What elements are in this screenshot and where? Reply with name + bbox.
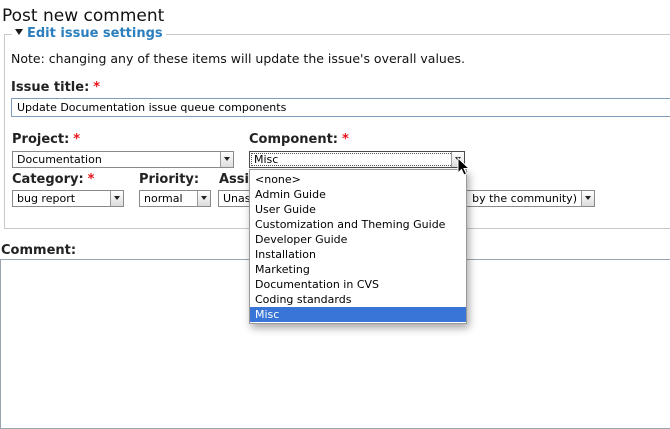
priority-label-text: Priority: — [139, 172, 200, 187]
assigned-select-value: Unas — [223, 192, 251, 205]
required-marker: * — [87, 172, 95, 187]
collapse-triangle-icon[interactable] — [15, 29, 23, 35]
category-label-text: Category: — [12, 172, 84, 187]
issue-title-label-text: Issue title: — [11, 80, 90, 95]
priority-label: Priority: — [139, 172, 199, 188]
settings-note: Note: changing any of these items will u… — [11, 51, 466, 66]
dropdown-option[interactable]: Customization and Theming Guide — [250, 217, 466, 232]
fieldset-legend[interactable]: Edit issue settings — [12, 26, 166, 42]
dropdown-option[interactable]: <none> — [250, 172, 466, 187]
comment-label: Comment: — [1, 243, 77, 258]
legend-label[interactable]: Edit issue settings — [27, 26, 163, 41]
dropdown-option[interactable]: Admin Guide — [250, 187, 466, 202]
dropdown-option[interactable]: Documentation in CVS — [250, 277, 466, 292]
dropdown-option[interactable]: Installation — [250, 247, 466, 262]
assigned-label: Assi — [219, 172, 249, 188]
project-select[interactable]: Documentation — [12, 151, 234, 168]
project-label-text: Project: — [12, 132, 70, 147]
project-select-value: Documentation — [17, 153, 102, 166]
component-dropdown-list[interactable]: <none> Admin Guide User Guide Customizat… — [249, 169, 467, 324]
chevron-down-icon[interactable] — [110, 191, 123, 206]
component-label-text: Component: — [249, 132, 338, 147]
dropdown-option[interactable]: Developer Guide — [250, 232, 466, 247]
project-label: Project: * — [12, 132, 80, 148]
mouse-cursor-icon — [457, 157, 471, 176]
category-label: Category: * — [12, 172, 94, 188]
component-select[interactable]: Misc — [249, 151, 465, 168]
chevron-down-icon[interactable] — [581, 191, 594, 206]
chevron-down-icon[interactable] — [197, 191, 210, 206]
category-select-value: bug report — [17, 192, 76, 205]
required-marker: * — [342, 132, 349, 147]
dropdown-option-selected[interactable]: Misc — [250, 307, 466, 322]
status-select-value: by the community) — [472, 192, 577, 205]
priority-select-value: normal — [144, 192, 183, 205]
required-marker: * — [93, 80, 101, 95]
priority-select[interactable]: normal — [139, 190, 211, 207]
component-label: Component: * — [249, 132, 349, 148]
chevron-down-icon[interactable] — [220, 152, 233, 167]
page-title: Post new comment — [2, 6, 165, 26]
issue-title-label: Issue title: * — [11, 80, 100, 96]
component-select-value: Misc — [254, 153, 279, 166]
required-marker: * — [73, 132, 81, 147]
category-select[interactable]: bug report — [12, 190, 124, 207]
issue-title-input[interactable]: Update Documentation issue queue compone… — [11, 98, 670, 117]
dropdown-option[interactable]: Coding standards — [250, 292, 466, 307]
dropdown-option[interactable]: User Guide — [250, 202, 466, 217]
assigned-label-text: Assi — [219, 172, 249, 187]
dropdown-option[interactable]: Marketing — [250, 262, 466, 277]
